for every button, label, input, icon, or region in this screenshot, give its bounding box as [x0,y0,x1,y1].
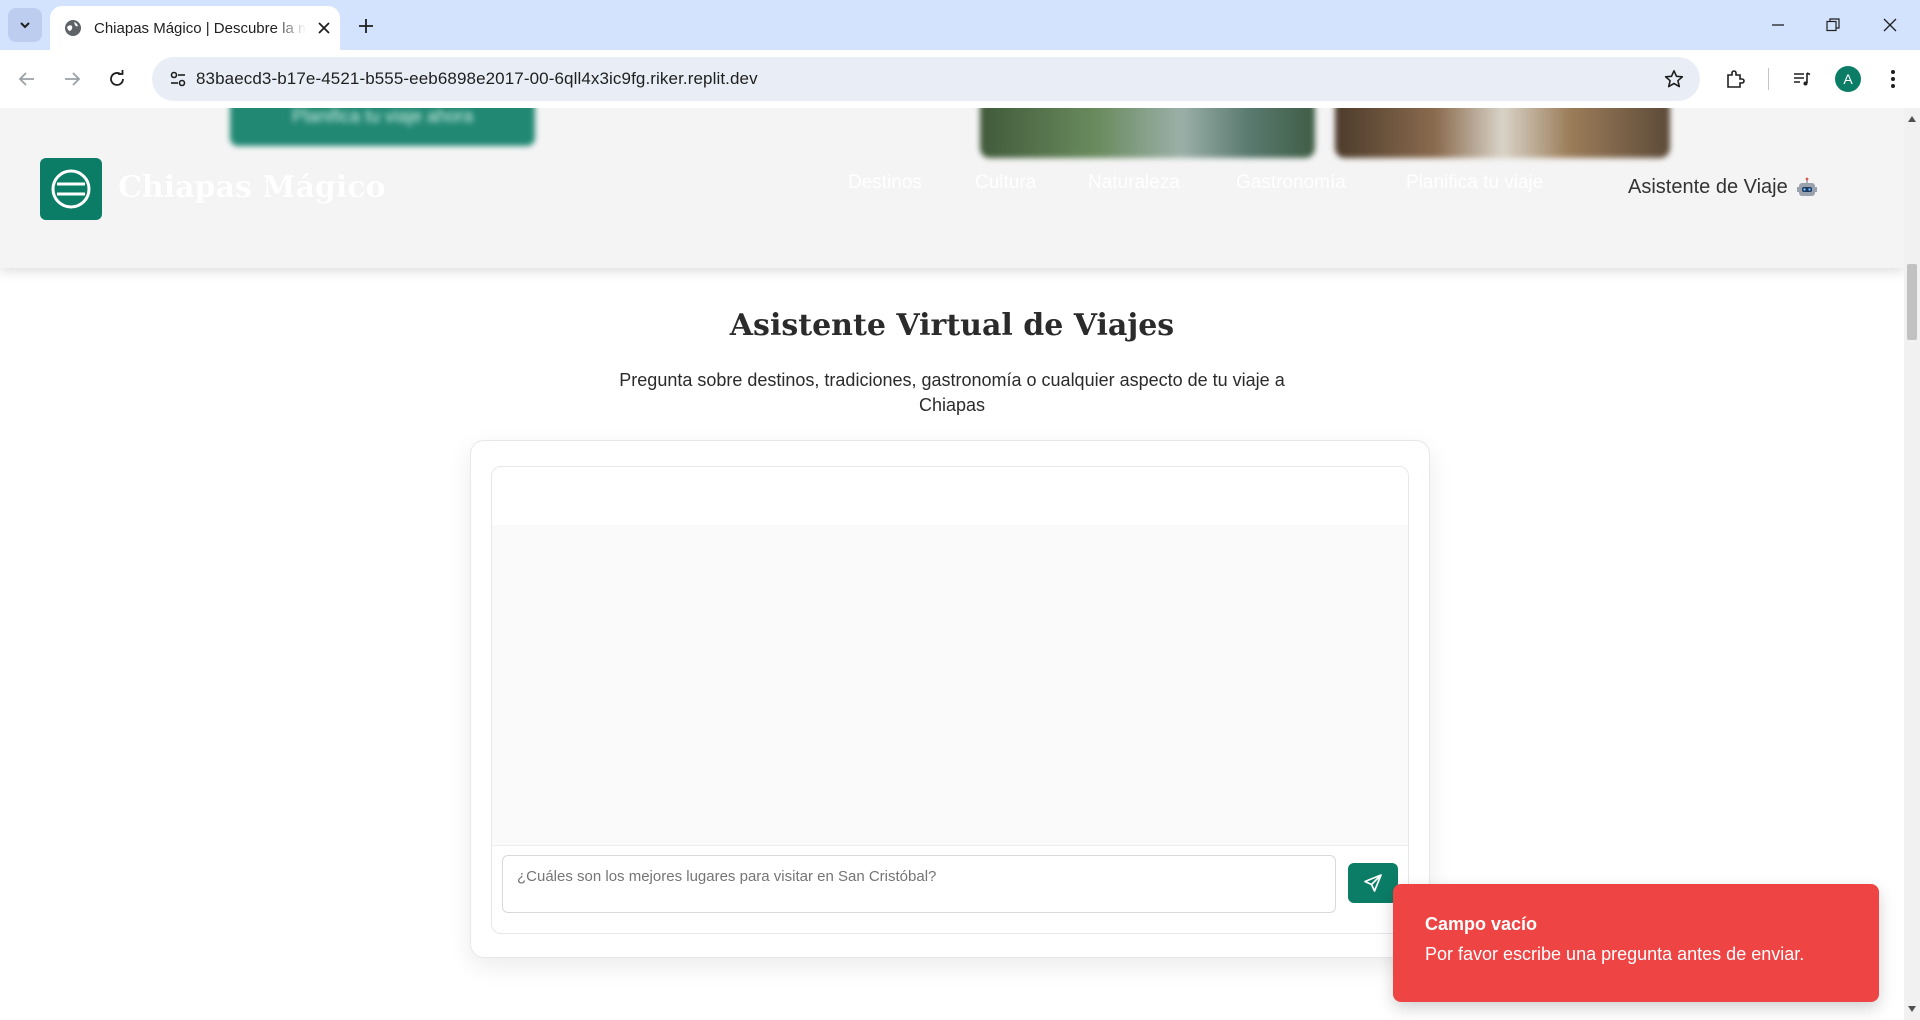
hero-cta-button[interactable]: Planifica tu viaje ahora [230,108,535,146]
close-icon [318,22,330,34]
forward-icon [65,72,81,86]
brand-name[interactable]: Chiapas Mágico [118,170,386,205]
back-icon [18,72,34,86]
toast-title: Campo vacío [1425,914,1538,934]
close-icon [1883,18,1897,32]
hero-cta-label: Planifica tu viaje ahora [291,108,474,126]
more-menu-button[interactable] [1876,62,1910,96]
hero-image-jungle [980,108,1315,158]
robot-icon [1796,177,1817,196]
toolbar-divider [1768,68,1769,90]
brand-logo[interactable] [40,158,102,220]
minimize-button[interactable] [1760,10,1796,40]
nav-asistente[interactable]: Asistente de Viaje [1628,176,1818,199]
site-header: Planifica tu viaje ahora Chiapas Mágico … [0,108,1904,268]
minimize-icon [1772,24,1784,26]
toast-description: Por favor escribe una pregunta antes de … [1425,944,1805,964]
chat-messages-area[interactable] [492,525,1408,846]
star-icon [1664,70,1684,88]
reload-icon [110,70,124,86]
nav-planifica[interactable]: Planifica tu viaje [1406,172,1543,194]
more-icon [1891,70,1895,88]
restore-icon [1826,18,1840,32]
page-scrollbar[interactable] [1904,108,1920,1020]
nav-asistente-label: Asistente de Viaje [1628,176,1788,198]
scrollbar-thumb[interactable] [1907,264,1917,340]
tab-list-button[interactable] [8,8,42,42]
globe-icon [65,20,81,36]
scroll-up-arrow[interactable] [1908,116,1916,122]
plus-icon [359,19,373,33]
close-tab-button[interactable] [314,18,334,38]
url-text: 83baecd3-b17e-4521-b555-eeb6898e2017-00-… [196,69,758,88]
new-tab-button[interactable] [352,12,380,40]
close-window-button[interactable] [1872,10,1908,40]
nav-gastronomia[interactable]: Gastronomía [1236,172,1346,194]
extensions-icon [1727,70,1745,88]
error-toast[interactable]: Campo vacío Por favor escribe una pregun… [1393,884,1879,1002]
extensions-button[interactable] [1718,62,1752,96]
restore-button[interactable] [1815,10,1851,40]
address-bar[interactable]: 83baecd3-b17e-4521-b555-eeb6898e2017-00-… [152,57,1700,101]
back-button[interactable] [10,62,44,96]
assistant-subtitle: Pregunta sobre destinos, tradiciones, ga… [619,370,1285,415]
send-icon [1364,874,1382,892]
logo-icon [51,169,91,209]
assistant-title: Asistente Virtual de Viajes [729,308,1175,343]
tab-list-icon [20,22,30,29]
bookmark-button[interactable] [1658,63,1690,95]
browser-toolbar: 83baecd3-b17e-4521-b555-eeb6898e2017-00-… [0,50,1920,109]
tab-title: Chiapas Mágico | Descubre la magia de Ch… [94,19,306,37]
hero-image-ruins [1335,108,1670,158]
reload-button[interactable] [100,62,134,96]
media-icon [1794,72,1811,86]
nav-naturaleza[interactable]: Naturaleza [1088,172,1180,194]
profile-avatar[interactable]: A [1835,66,1861,92]
chat-container [491,466,1409,934]
browser-tab[interactable]: Chiapas Mágico | Descubre la magia de Ch… [50,6,340,50]
page-viewport: Planifica tu viaje ahora Chiapas Mágico … [0,108,1904,1020]
media-control-button[interactable] [1785,62,1819,96]
browser-tab-bar: Chiapas Mágico | Descubre la magia de Ch… [0,0,1920,50]
scroll-down-arrow[interactable] [1908,1006,1916,1012]
question-input[interactable] [502,855,1336,913]
chat-card [470,440,1430,958]
nav-cultura[interactable]: Cultura [975,172,1036,194]
site-info-button[interactable] [162,63,194,95]
site-info-icon [170,71,186,87]
forward-button[interactable] [55,62,89,96]
chat-header [492,467,1408,525]
send-button[interactable] [1348,863,1398,903]
nav-destinos[interactable]: Destinos [848,172,922,194]
